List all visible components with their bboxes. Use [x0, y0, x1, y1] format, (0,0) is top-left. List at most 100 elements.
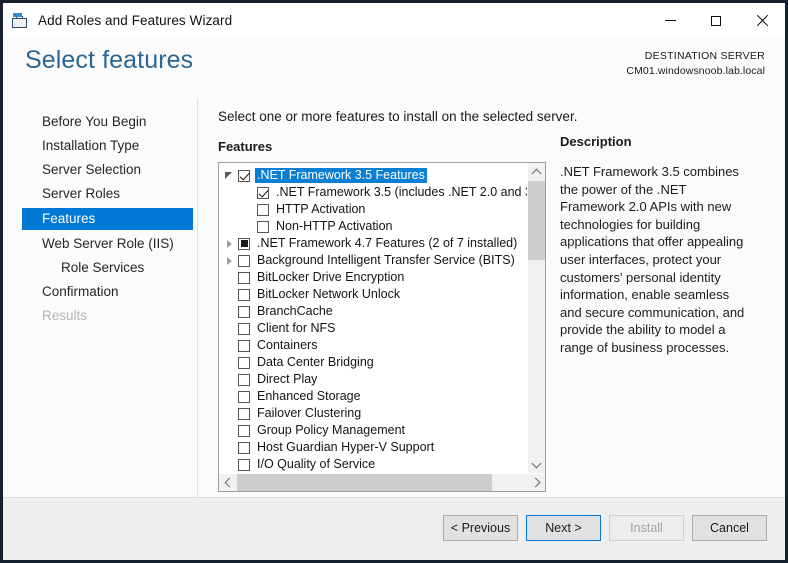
wizard-window: Add Roles and Features Wizard Select fea…: [0, 0, 788, 563]
feature-label: .NET Framework 3.5 (includes .NET 2.0 an…: [276, 185, 527, 199]
expander-closed-icon[interactable]: [222, 252, 238, 269]
tree-row[interactable]: .NET Framework 3.5 (includes .NET 2.0 an…: [219, 184, 527, 201]
minimize-button[interactable]: [647, 3, 693, 38]
feature-checkbox[interactable]: [257, 220, 269, 233]
sidebar-item-before-you-begin[interactable]: Before You Begin: [3, 112, 197, 132]
feature-label: BitLocker Network Unlock: [257, 287, 401, 301]
feature-checkbox[interactable]: [238, 458, 250, 471]
features-tree[interactable]: .NET Framework 3.5 Features .NET Framewor…: [219, 163, 527, 473]
tree-row[interactable]: HTTP Activation: [219, 201, 527, 218]
scroll-right-button[interactable]: [528, 474, 545, 491]
feature-checkbox[interactable]: [238, 339, 250, 352]
feature-checkbox[interactable]: [238, 271, 250, 284]
feature-checkbox[interactable]: [257, 186, 269, 199]
sidebar-item-server-selection[interactable]: Server Selection: [3, 160, 197, 180]
sidebar-item-web-server-role-iis[interactable]: Web Server Role (IIS): [3, 234, 197, 254]
tree-row[interactable]: Background Intelligent Transfer Service …: [219, 252, 527, 269]
close-button[interactable]: [739, 3, 785, 38]
toolbox-icon: [12, 12, 28, 29]
feature-label: Data Center Bridging: [257, 355, 374, 369]
feature-label: .NET Framework 4.7 Features (2 of 7 inst…: [257, 236, 518, 250]
tree-row[interactable]: .NET Framework 3.5 Features: [219, 167, 527, 184]
feature-checkbox[interactable]: [238, 390, 250, 403]
tree-row[interactable]: Direct Play: [219, 371, 527, 388]
tree-row[interactable]: .NET Framework 4.7 Features (2 of 7 inst…: [219, 235, 527, 252]
next-button[interactable]: Next >: [526, 515, 601, 541]
description-panel: Description .NET Framework 3.5 combines …: [560, 134, 750, 357]
tree-row[interactable]: Failover Clustering: [219, 405, 527, 422]
sidebar-item-server-roles[interactable]: Server Roles: [3, 184, 197, 204]
feature-label: Host Guardian Hyper-V Support: [257, 440, 435, 454]
tree-row[interactable]: Containers: [219, 337, 527, 354]
feature-checkbox[interactable]: [238, 373, 250, 386]
feature-checkbox[interactable]: [238, 322, 250, 335]
feature-label: Background Intelligent Transfer Service …: [257, 253, 515, 267]
feature-label: BitLocker Drive Encryption: [257, 270, 405, 284]
description-title: Description: [560, 134, 632, 149]
tree-row[interactable]: Group Policy Management: [219, 422, 527, 439]
vertical-scroll-thumb[interactable]: [528, 181, 545, 260]
feature-checkbox[interactable]: [238, 407, 250, 420]
body-area: Before You Begin Installation Type Server …: [3, 98, 785, 497]
tree-row[interactable]: I/O Quality of Service: [219, 456, 527, 473]
feature-checkbox[interactable]: [238, 288, 250, 301]
scroll-up-button[interactable]: [528, 163, 545, 180]
features-group-label: Features: [218, 139, 273, 154]
tree-row[interactable]: Non-HTTP Activation: [219, 218, 527, 235]
features-vertical-scrollbar[interactable]: [527, 163, 545, 473]
features-horizontal-scrollbar[interactable]: [219, 473, 545, 491]
destination-server-value: CM01.windowsnoob.lab.local: [626, 65, 765, 77]
page-title: Select features: [25, 46, 194, 74]
wizard-button-row: < Previous Next > Install Cancel: [443, 515, 767, 541]
feature-label: Containers: [257, 338, 318, 352]
maximize-icon: [711, 15, 721, 26]
cancel-button[interactable]: Cancel: [692, 515, 767, 541]
tree-row[interactable]: BitLocker Network Unlock: [219, 286, 527, 303]
feature-label: .NET Framework 3.5 Features: [255, 168, 427, 183]
tree-row[interactable]: BranchCache: [219, 303, 527, 320]
feature-checkbox[interactable]: [238, 169, 250, 182]
tree-row[interactable]: Data Center Bridging: [219, 354, 527, 371]
tree-row[interactable]: Client for NFS: [219, 320, 527, 337]
chevron-down-icon: [531, 458, 542, 468]
feature-checkbox[interactable]: [238, 305, 250, 318]
tree-row[interactable]: Host Guardian Hyper-V Support: [219, 439, 527, 456]
feature-checkbox[interactable]: [238, 441, 250, 454]
sidebar-item-features[interactable]: Features: [22, 208, 193, 230]
feature-label: Group Policy Management: [257, 423, 405, 437]
scroll-left-button[interactable]: [219, 474, 236, 491]
sidebar-item-installation-type[interactable]: Installation Type: [3, 136, 197, 156]
instruction-text: Select one or more features to install o…: [218, 109, 578, 124]
feature-checkbox[interactable]: [257, 203, 269, 216]
chevron-up-icon: [531, 168, 542, 178]
scroll-down-button[interactable]: [528, 456, 545, 473]
features-tree-box: .NET Framework 3.5 Features .NET Framewor…: [218, 162, 546, 492]
window-controls: [647, 3, 785, 38]
tree-row[interactable]: BitLocker Drive Encryption: [219, 269, 527, 286]
sidebar-item-role-services[interactable]: Role Services: [3, 258, 197, 278]
sidebar-item-confirmation[interactable]: Confirmation: [3, 282, 197, 302]
expander-closed-icon[interactable]: [222, 235, 238, 252]
minimize-icon: [664, 20, 676, 21]
expander-open-icon[interactable]: [222, 167, 238, 184]
feature-checkbox[interactable]: [238, 424, 250, 437]
tree-row[interactable]: Enhanced Storage: [219, 388, 527, 405]
close-icon: [756, 15, 768, 27]
feature-checkbox[interactable]: [238, 254, 250, 267]
horizontal-scroll-thumb[interactable]: [237, 474, 492, 491]
maximize-button[interactable]: [693, 3, 739, 38]
previous-button[interactable]: < Previous: [443, 515, 518, 541]
feature-checkbox[interactable]: [238, 237, 250, 250]
feature-checkbox[interactable]: [238, 356, 250, 369]
